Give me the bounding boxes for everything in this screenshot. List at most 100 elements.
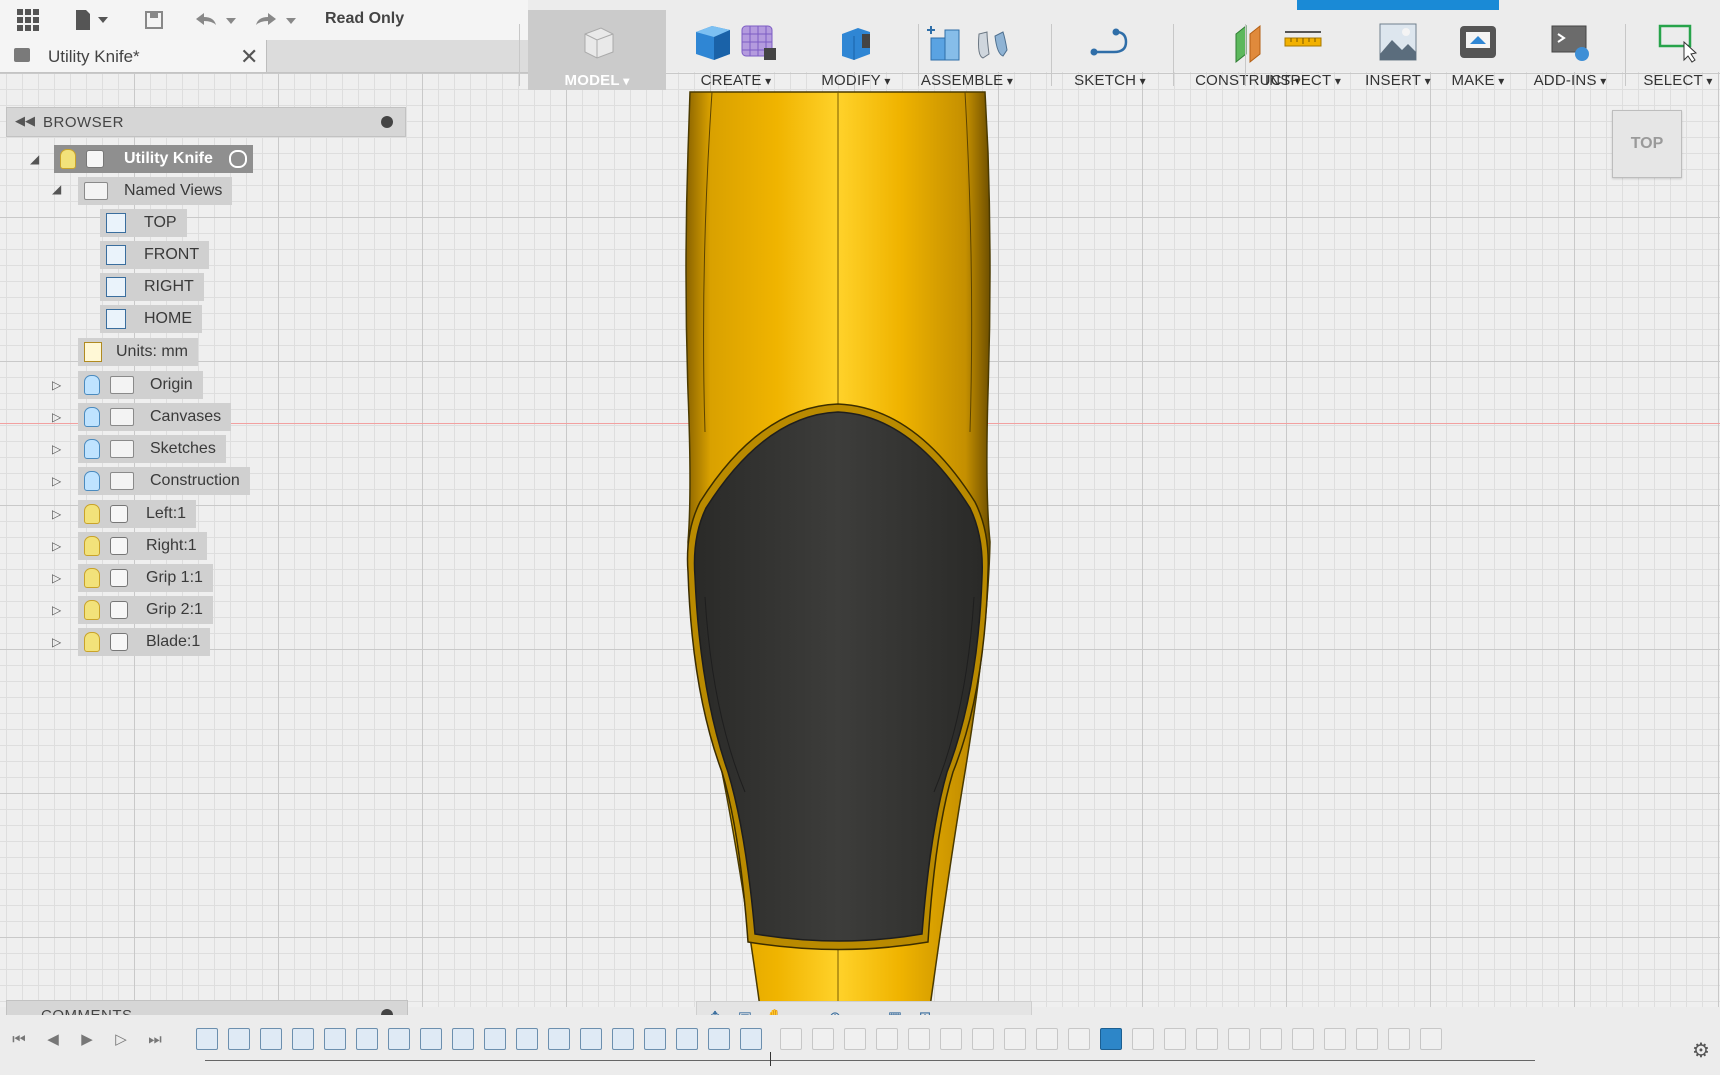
undo-icon[interactable] — [192, 6, 240, 34]
named-view-right[interactable]: RIGHT — [100, 273, 204, 301]
inspect-menu[interactable]: INSPECT — [1254, 10, 1352, 90]
step-back-icon[interactable]: ◀ — [42, 1028, 64, 1050]
timeline-feature-icon[interactable] — [260, 1028, 282, 1050]
timeline-feature-icon[interactable] — [548, 1028, 570, 1050]
timeline-feature-icon[interactable] — [676, 1028, 698, 1050]
go-to-end-icon[interactable]: ⏭ — [144, 1028, 166, 1050]
tree-body-right[interactable]: Right:1 — [78, 532, 207, 560]
timeline-feature-icon[interactable] — [356, 1028, 378, 1050]
visibility-bulb-icon[interactable] — [84, 568, 100, 588]
expanded-triangle-icon[interactable]: ◢ — [30, 152, 39, 166]
gear-icon[interactable]: ⚙ — [1692, 1038, 1710, 1063]
tree-body-left[interactable]: Left:1 — [78, 500, 197, 528]
collapsed-triangle-icon[interactable]: ▷ — [52, 410, 61, 424]
browser-header[interactable]: ◀◀ BROWSER — [6, 107, 406, 137]
timeline-feature-icon[interactable] — [1132, 1028, 1154, 1050]
create-menu[interactable]: CREATE — [680, 10, 792, 90]
visibility-bulb-icon[interactable] — [84, 600, 100, 620]
tree-folder-sketches[interactable]: Sketches — [78, 435, 226, 463]
tree-body-grip-1[interactable]: Grip 1:1 — [78, 564, 213, 592]
tree-body-blade[interactable]: Blade:1 — [78, 628, 211, 656]
timeline-feature-icon[interactable] — [1164, 1028, 1186, 1050]
visibility-bulb-icon[interactable] — [84, 504, 100, 524]
tree-root-utility-knife[interactable]: Utility Knife — [54, 145, 253, 173]
timeline-feature-icon[interactable] — [644, 1028, 666, 1050]
visibility-bulb-icon[interactable] — [84, 439, 100, 459]
visibility-bulb-icon[interactable] — [84, 536, 100, 556]
timeline-feature-icon[interactable] — [844, 1028, 866, 1050]
timeline-feature-icon[interactable] — [876, 1028, 898, 1050]
go-to-start-icon[interactable]: ⏮ — [8, 1028, 30, 1050]
timeline-feature-icon[interactable] — [1324, 1028, 1346, 1050]
make-menu[interactable]: MAKE — [1440, 10, 1516, 90]
timeline-feature-icon[interactable] — [516, 1028, 538, 1050]
timeline-feature-icon[interactable] — [1068, 1028, 1090, 1050]
canvas-viewport[interactable] — [0, 72, 1720, 1007]
visibility-bulb-icon[interactable] — [84, 471, 100, 491]
collapsed-triangle-icon[interactable]: ▷ — [52, 539, 61, 553]
tree-named-views[interactable]: Named Views — [78, 177, 233, 205]
timeline-feature-icon[interactable] — [484, 1028, 506, 1050]
expanded-triangle-icon[interactable]: ◢ — [52, 182, 61, 196]
named-view-top[interactable]: TOP — [100, 209, 187, 237]
timeline-feature-icon[interactable] — [1196, 1028, 1218, 1050]
timeline-feature-icon[interactable] — [196, 1028, 218, 1050]
collapsed-triangle-icon[interactable]: ▷ — [52, 571, 61, 585]
file-menu-icon[interactable] — [70, 6, 114, 34]
visibility-bulb-icon[interactable] — [60, 149, 76, 169]
timeline-feature-icon[interactable] — [740, 1028, 762, 1050]
apps-grid-icon[interactable] — [14, 6, 42, 34]
browser-minimize-icon[interactable] — [381, 116, 393, 128]
tree-body-grip-2[interactable]: Grip 2:1 — [78, 596, 213, 624]
document-tab[interactable]: Utility Knife* ✕ — [0, 40, 267, 72]
timeline-feature-icon[interactable] — [1388, 1028, 1410, 1050]
insert-menu[interactable]: INSERT — [1356, 10, 1440, 90]
timeline-feature-icon[interactable] — [292, 1028, 314, 1050]
timeline-feature-icon[interactable] — [1100, 1028, 1122, 1050]
timeline-feature-icon[interactable] — [228, 1028, 250, 1050]
collapse-panel-icon[interactable]: ◀◀ — [15, 113, 35, 129]
timeline-feature-icon[interactable] — [940, 1028, 962, 1050]
visibility-bulb-icon[interactable] — [84, 407, 100, 427]
timeline-feature-icon[interactable] — [420, 1028, 442, 1050]
timeline-feature-icon[interactable] — [1004, 1028, 1026, 1050]
tree-folder-origin[interactable]: Origin — [78, 371, 203, 399]
play-icon[interactable]: ▶ — [76, 1028, 98, 1050]
timeline-feature-icon[interactable] — [812, 1028, 834, 1050]
collapsed-triangle-icon[interactable]: ▷ — [52, 378, 61, 392]
named-view-front[interactable]: FRONT — [100, 241, 210, 269]
visibility-bulb-icon[interactable] — [84, 632, 100, 652]
timeline-feature-icon[interactable] — [780, 1028, 802, 1050]
timeline-feature-icon[interactable] — [388, 1028, 410, 1050]
timeline-feature-icon[interactable] — [972, 1028, 994, 1050]
utility-knife-model[interactable] — [0, 72, 1720, 1007]
collapsed-triangle-icon[interactable]: ▷ — [52, 603, 61, 617]
assemble-menu[interactable]: ASSEMBLE — [892, 10, 1042, 90]
tree-folder-canvases[interactable]: Canvases — [78, 403, 232, 431]
timeline-track[interactable] — [205, 1060, 1535, 1061]
tree-folder-construction[interactable]: Construction — [78, 467, 250, 495]
tree-units[interactable]: Units: mm — [78, 338, 198, 366]
timeline-feature-icon[interactable] — [580, 1028, 602, 1050]
timeline-feature-icon[interactable] — [452, 1028, 474, 1050]
named-view-home[interactable]: HOME — [100, 305, 202, 333]
timeline-feature-icon[interactable] — [1356, 1028, 1378, 1050]
collapsed-triangle-icon[interactable]: ▷ — [52, 442, 61, 456]
timeline-feature-icon[interactable] — [1228, 1028, 1250, 1050]
collapsed-triangle-icon[interactable]: ▷ — [52, 474, 61, 488]
timeline-feature-icon[interactable] — [1260, 1028, 1282, 1050]
close-tab-icon[interactable]: ✕ — [240, 44, 258, 70]
timeline-marker[interactable] — [770, 1052, 771, 1066]
timeline-feature-icon[interactable] — [1420, 1028, 1442, 1050]
visibility-bulb-icon[interactable] — [84, 375, 100, 395]
sketch-menu[interactable]: SKETCH — [1060, 10, 1160, 90]
save-icon[interactable] — [140, 6, 168, 34]
timeline-feature-icon[interactable] — [1036, 1028, 1058, 1050]
timeline-feature-icon[interactable] — [612, 1028, 634, 1050]
workspace-switcher-model[interactable]: MODEL — [528, 10, 666, 90]
timeline-feature-icon[interactable] — [708, 1028, 730, 1050]
timeline-feature-icon[interactable] — [908, 1028, 930, 1050]
select-menu[interactable]: SELECT — [1636, 10, 1720, 90]
step-forward-icon[interactable]: ▷ — [110, 1028, 132, 1050]
collapsed-triangle-icon[interactable]: ▷ — [52, 507, 61, 521]
